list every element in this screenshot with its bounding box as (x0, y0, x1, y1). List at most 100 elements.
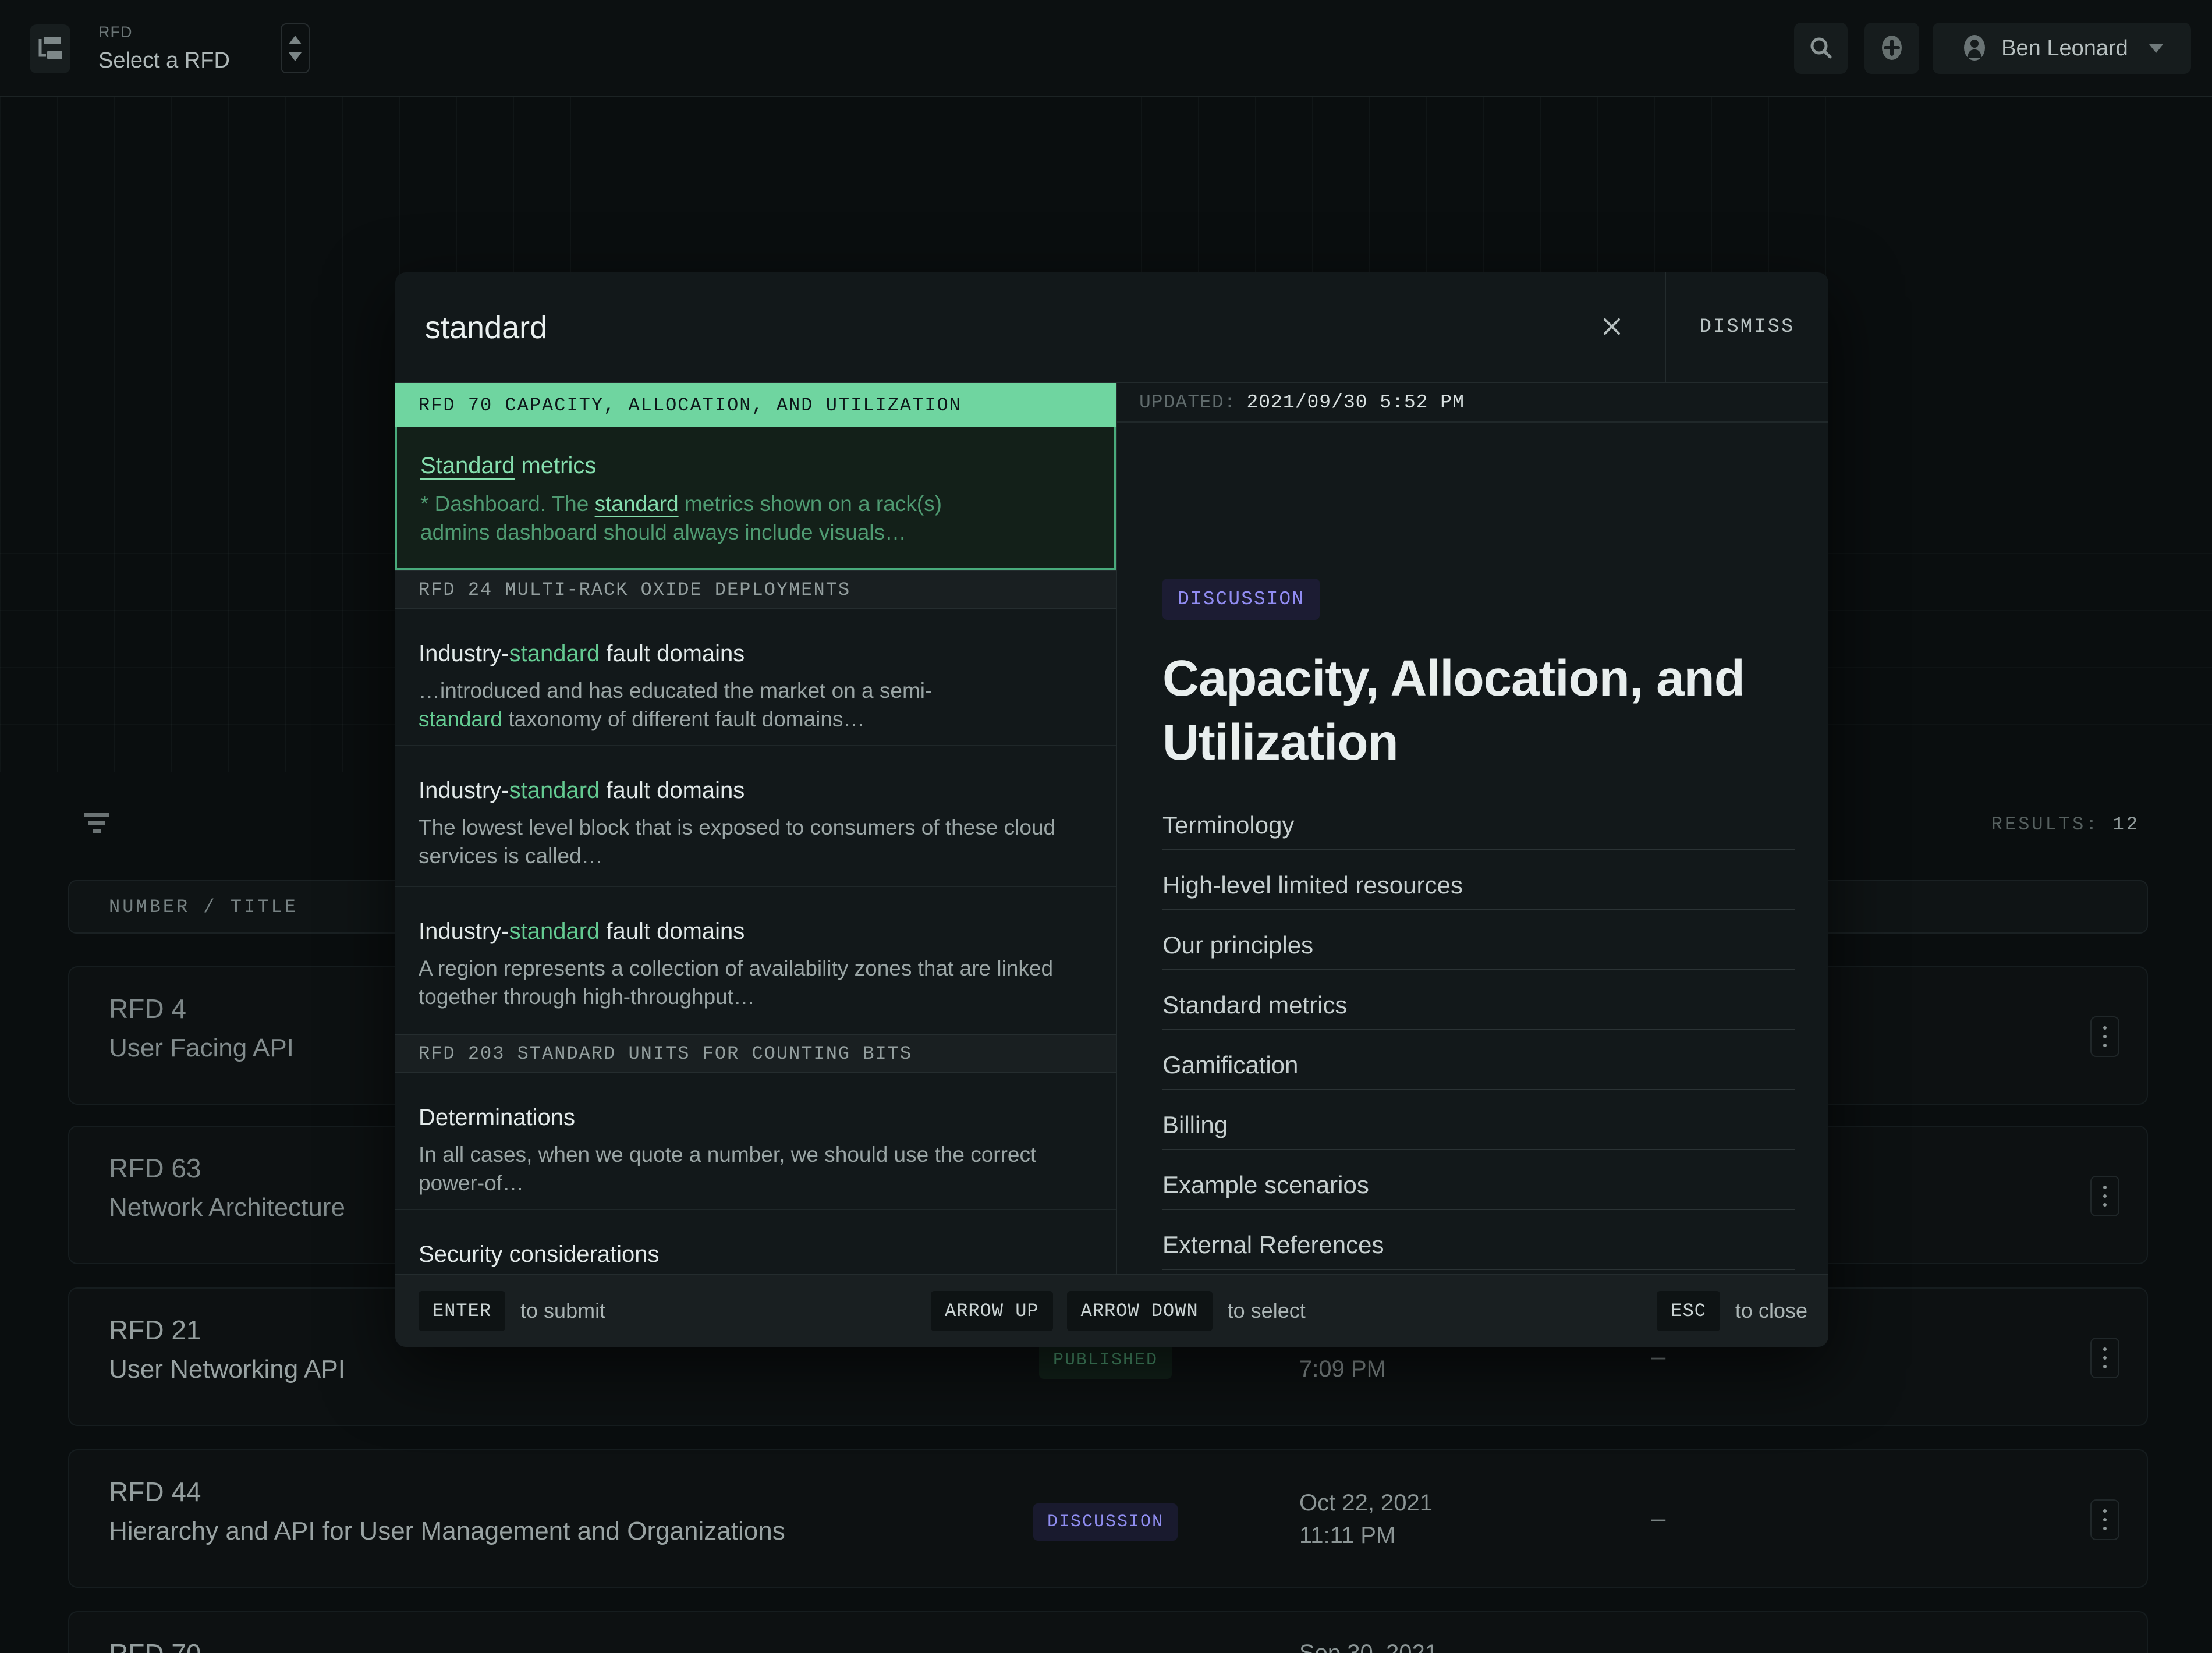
table-row[interactable]: RFD 70 Sep 30, 2021 (68, 1611, 2148, 1653)
clear-search-button[interactable] (1560, 272, 1664, 382)
rfd-title: Hierarchy and API for User Management an… (109, 1517, 785, 1545)
rfd-number: RFD 4 (109, 994, 186, 1024)
updated-value: 2021/09/30 5:52 PM (1246, 391, 1465, 413)
updated-time: 7:09 PM (1299, 1356, 1386, 1382)
rfd-logo-icon (37, 36, 63, 63)
updated-label: UPDATED: (1139, 391, 1236, 413)
results-count: 12 (2112, 814, 2140, 835)
row-updated: 7:09 PM (1299, 1353, 1386, 1385)
rfd-selector-value: Select a RFD (98, 48, 230, 73)
filter-icon[interactable] (83, 813, 110, 833)
rfd-title: User Facing API (109, 1034, 294, 1062)
esc-action-label: to close (1735, 1299, 1807, 1322)
close-icon (1600, 315, 1623, 340)
updated-row: UPDATED: 2021/09/30 5:52 PM (1117, 383, 1828, 423)
toc-item[interactable]: Our principles (1162, 931, 1795, 970)
rfd-preview-title: Capacity, Allocation, and Utilization (1162, 650, 1745, 771)
arrows-action-label: to select (1227, 1299, 1306, 1322)
search-icon (1808, 35, 1834, 62)
toc-item[interactable]: Example scenarios (1162, 1171, 1795, 1210)
updated-time: 11:11 PM (1299, 1523, 1396, 1548)
status-badge: DISCUSSION (1033, 1503, 1178, 1541)
user-avatar-icon (1961, 34, 1988, 63)
row-id: RFD 4 User Facing API (109, 993, 294, 1063)
search-results-panel: RFD 70 CAPACITY, ALLOCATION, AND UTILIZA… (395, 383, 1116, 1274)
search-button[interactable] (1794, 23, 1848, 74)
toc-item[interactable]: Terminology (1162, 811, 1795, 850)
new-rfd-button[interactable] (1864, 23, 1919, 74)
user-name: Ben Leonard (2001, 36, 2128, 61)
result-title: Standard metrics (420, 453, 597, 478)
row-state: DISCUSSION (1033, 1503, 1178, 1541)
result-entry[interactable]: Industry-standard fault domains …introdu… (395, 609, 1116, 746)
rfd-stepper-button[interactable] (281, 23, 310, 73)
row-menu-button[interactable] (2090, 1499, 2119, 1540)
result-title: Security considerations (419, 1241, 660, 1267)
result-entry[interactable]: Industry-standard fault domains A region… (395, 887, 1116, 1034)
search-modal-footer: ENTER to submit ARROW UP ARROW DOWN to s… (395, 1274, 1828, 1347)
result-snippet: * Dashboard. The standard metrics shown … (420, 492, 942, 544)
row-menu-button[interactable] (2090, 1176, 2119, 1216)
kebab-icon (2103, 1026, 2107, 1047)
kebab-icon (2103, 1509, 2107, 1530)
status-badge: PUBLISHED (1038, 1342, 1172, 1379)
rfd-number: RFD 44 (109, 1477, 201, 1507)
result-title: Industry-standard fault domains (419, 778, 745, 803)
toc-item[interactable]: External References (1162, 1231, 1795, 1270)
updated-date: Oct 22, 2021 (1299, 1490, 1433, 1516)
stepper-up-icon (289, 36, 302, 44)
result-snippet: A region represents a collection of avai… (419, 956, 1054, 1009)
rfd-title: Network Architecture (109, 1193, 345, 1222)
toc-item[interactable]: Billing (1162, 1111, 1795, 1150)
rfd-number: RFD 21 (109, 1315, 201, 1345)
status-badge: DISCUSSION (1162, 579, 1320, 620)
app-window: RFD Select a RFD Ben Leonard RESULTS: 12… (0, 0, 2212, 1653)
result-section-header: RFD 203 STANDARD UNITS FOR COUNTING BITS (395, 1034, 1116, 1073)
result-section-header: RFD 24 MULTI-RACK OXIDE DEPLOYMENTS (395, 570, 1116, 609)
result-entry[interactable]: Determinations In all cases, when we quo… (395, 1073, 1116, 1210)
kebab-icon (2103, 1347, 2107, 1368)
rfd-logo-button[interactable] (30, 24, 70, 73)
row-id: RFD 70 (109, 1638, 201, 1653)
result-section-header-selected[interactable]: RFD 70 CAPACITY, ALLOCATION, AND UTILIZA… (395, 383, 1116, 427)
table-of-contents: Terminology High-level limited resources… (1162, 811, 1795, 1291)
search-modal: DISMISS RFD 70 CAPACITY, ALLOCATION, AND… (395, 272, 1828, 1347)
table-column-header: NUMBER / TITLE (109, 896, 298, 918)
rfd-selector[interactable]: RFD Select a RFD (98, 23, 230, 73)
row-updated: Oct 22, 2021 11:11 PM (1299, 1487, 1433, 1552)
rfd-selector-eyebrow: RFD (98, 23, 133, 41)
result-title: Determinations (419, 1105, 576, 1130)
toc-item[interactable]: Standard metrics (1162, 991, 1795, 1030)
row-id: RFD 44 Hierarchy and API for User Manage… (109, 1476, 785, 1546)
result-snippet: The lowest level block that is exposed t… (419, 815, 1056, 868)
row-placeholder: – (1651, 1504, 1666, 1533)
rfd-number: RFD 63 (109, 1153, 201, 1183)
row-id: RFD 21 User Networking API (109, 1314, 345, 1384)
result-entry[interactable]: Industry-standard fault domains The lowe… (395, 746, 1116, 887)
results-count-line: RESULTS: 12 (1991, 814, 2140, 835)
toc-item[interactable]: High-level limited resources (1162, 871, 1795, 910)
result-entry[interactable]: Security considerations (395, 1210, 1116, 1274)
toc-item[interactable]: Gamification (1162, 1051, 1795, 1090)
result-snippet: …introduced and has educated the market … (419, 679, 933, 731)
arrow-up-key-chip: ARROW UP (931, 1290, 1053, 1331)
result-entry-selected[interactable]: Standard metrics * Dashboard. The standa… (395, 427, 1116, 570)
rfd-title: User Networking API (109, 1355, 345, 1384)
table-row[interactable]: RFD 44 Hierarchy and API for User Manage… (68, 1449, 2148, 1588)
user-menu-button[interactable]: Ben Leonard (1933, 23, 2191, 74)
esc-key-chip: ESC (1657, 1290, 1720, 1331)
row-updated: Sep 30, 2021 (1299, 1637, 1438, 1653)
row-menu-button[interactable] (2090, 1338, 2119, 1378)
plus-icon (1878, 34, 1905, 63)
row-menu-button[interactable] (2090, 1016, 2119, 1057)
kebab-icon (2103, 1186, 2107, 1207)
search-input[interactable] (424, 272, 1532, 383)
row-state: PUBLISHED (1036, 1342, 1175, 1379)
enter-key-chip: ENTER (419, 1290, 506, 1331)
stepper-down-icon (289, 52, 302, 61)
dismiss-button[interactable]: DISMISS (1666, 272, 1828, 382)
row-id: RFD 63 Network Architecture (109, 1152, 345, 1222)
rfd-number: RFD 70 (109, 1638, 201, 1653)
result-snippet: In all cases, when we quote a number, we… (419, 1143, 1037, 1195)
arrow-down-key-chip: ARROW DOWN (1066, 1290, 1213, 1331)
